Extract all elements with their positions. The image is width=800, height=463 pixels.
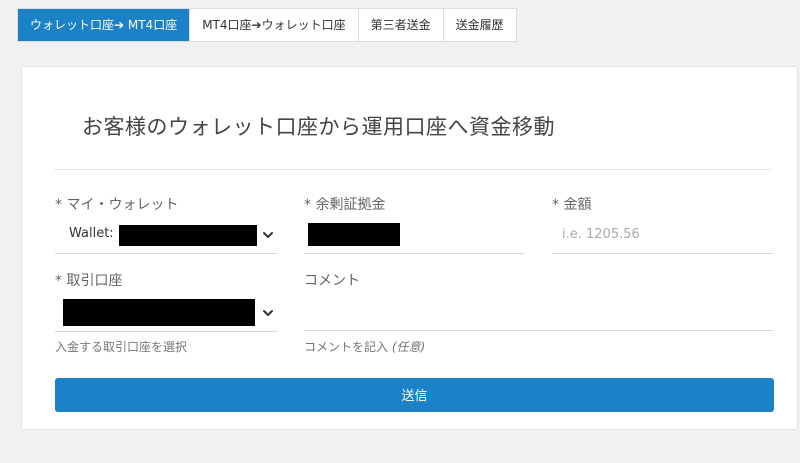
redacted-wallet-id: [119, 225, 257, 246]
title-divider: [54, 169, 771, 170]
submit-button[interactable]: 送信: [55, 378, 774, 412]
balance-display: [304, 216, 524, 254]
transfer-form-card: お客様のウォレット口座から運用口座へ資金移動 * マイ・ウォレット Wallet…: [21, 66, 798, 430]
redacted-trading-account: [63, 299, 255, 326]
tab-wallet-to-mt4[interactable]: ウォレット口座➔ MT4口座: [18, 9, 191, 41]
chevron-down-icon: [263, 232, 273, 238]
comment-help: コメントを記入 (任意): [304, 338, 425, 355]
comment-help-text: コメントを記入: [304, 340, 389, 354]
trading-account-select[interactable]: [55, 294, 277, 332]
trading-account-help: 入金する取引口座を選択: [55, 340, 188, 354]
page-title: お客様のウォレット口座から運用口座へ資金移動: [82, 115, 555, 139]
comment-help-optional: (任意): [391, 340, 426, 354]
trading-account-label: * 取引口座: [55, 273, 123, 289]
tab-transfer-history[interactable]: 送金履歴: [443, 9, 516, 41]
tab-third-party-transfer[interactable]: 第三者送金: [358, 9, 444, 41]
wallet-label: * マイ・ウォレット: [55, 197, 179, 213]
comment-label: コメント: [304, 273, 360, 289]
chevron-down-icon: [263, 310, 273, 316]
wallet-select[interactable]: Wallet:: [55, 216, 277, 254]
comment-input[interactable]: [304, 293, 773, 331]
balance-label: * 余剰証拠金: [304, 197, 386, 213]
redacted-balance-value: [308, 223, 400, 246]
wallet-select-prefix: Wallet:: [69, 226, 114, 241]
tab-mt4-to-wallet[interactable]: MT4口座➔ウォレット口座: [190, 9, 359, 41]
amount-label: * 金額: [552, 197, 592, 213]
amount-input[interactable]: i.e. 1205.56: [552, 216, 773, 254]
transfer-tabs: ウォレット口座➔ MT4口座 MT4口座➔ウォレット口座 第三者送金 送金履歴: [17, 8, 517, 42]
amount-placeholder: i.e. 1205.56: [562, 227, 640, 242]
